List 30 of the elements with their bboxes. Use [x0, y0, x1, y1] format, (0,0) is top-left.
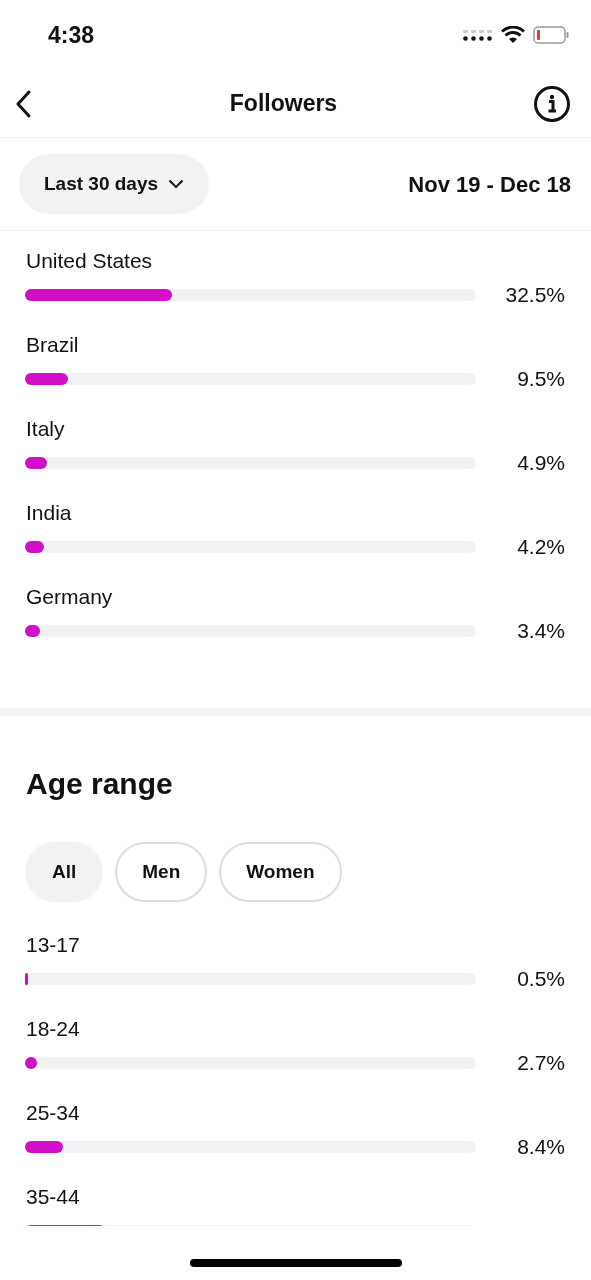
row-label: 18-24 [26, 1017, 80, 1041]
status-time: 4:38 [48, 20, 95, 50]
section-title: Age range [26, 766, 174, 802]
percentage: 4.2% [517, 534, 565, 561]
percentage: 3.4% [517, 618, 565, 645]
percentage: 8.4% [517, 1134, 565, 1161]
chevron-down-icon [168, 179, 185, 189]
signal-icon [463, 29, 493, 41]
percentage: 2.7% [517, 1050, 565, 1077]
row-label: India [26, 501, 72, 525]
period-dropdown[interactable]: Last 30 days [19, 154, 210, 214]
percentage: 9.5% [517, 366, 565, 393]
row-label: Italy [26, 417, 65, 441]
percentage: 4.9% [517, 450, 565, 477]
row-label: 35-44 [26, 1185, 80, 1209]
percentage: 0.5% [517, 966, 565, 993]
page-title: Followers [229, 89, 338, 119]
percentage: 32.5% [505, 282, 565, 309]
row-label: Brazil [26, 333, 79, 357]
filter-chip[interactable]: Men [115, 842, 208, 902]
row-label: 25-34 [26, 1101, 80, 1125]
filter-chip[interactable]: Women [219, 842, 342, 902]
row-label: Germany [26, 585, 113, 609]
row-label: 13-17 [26, 933, 80, 957]
wifi-icon [501, 26, 525, 44]
battery-icon [533, 26, 569, 44]
row-label: United States [26, 249, 153, 273]
date-range: Nov 19 - Dec 18 [408, 170, 571, 199]
filter-chip[interactable]: All [25, 842, 104, 902]
info-button[interactable] [533, 84, 571, 123]
